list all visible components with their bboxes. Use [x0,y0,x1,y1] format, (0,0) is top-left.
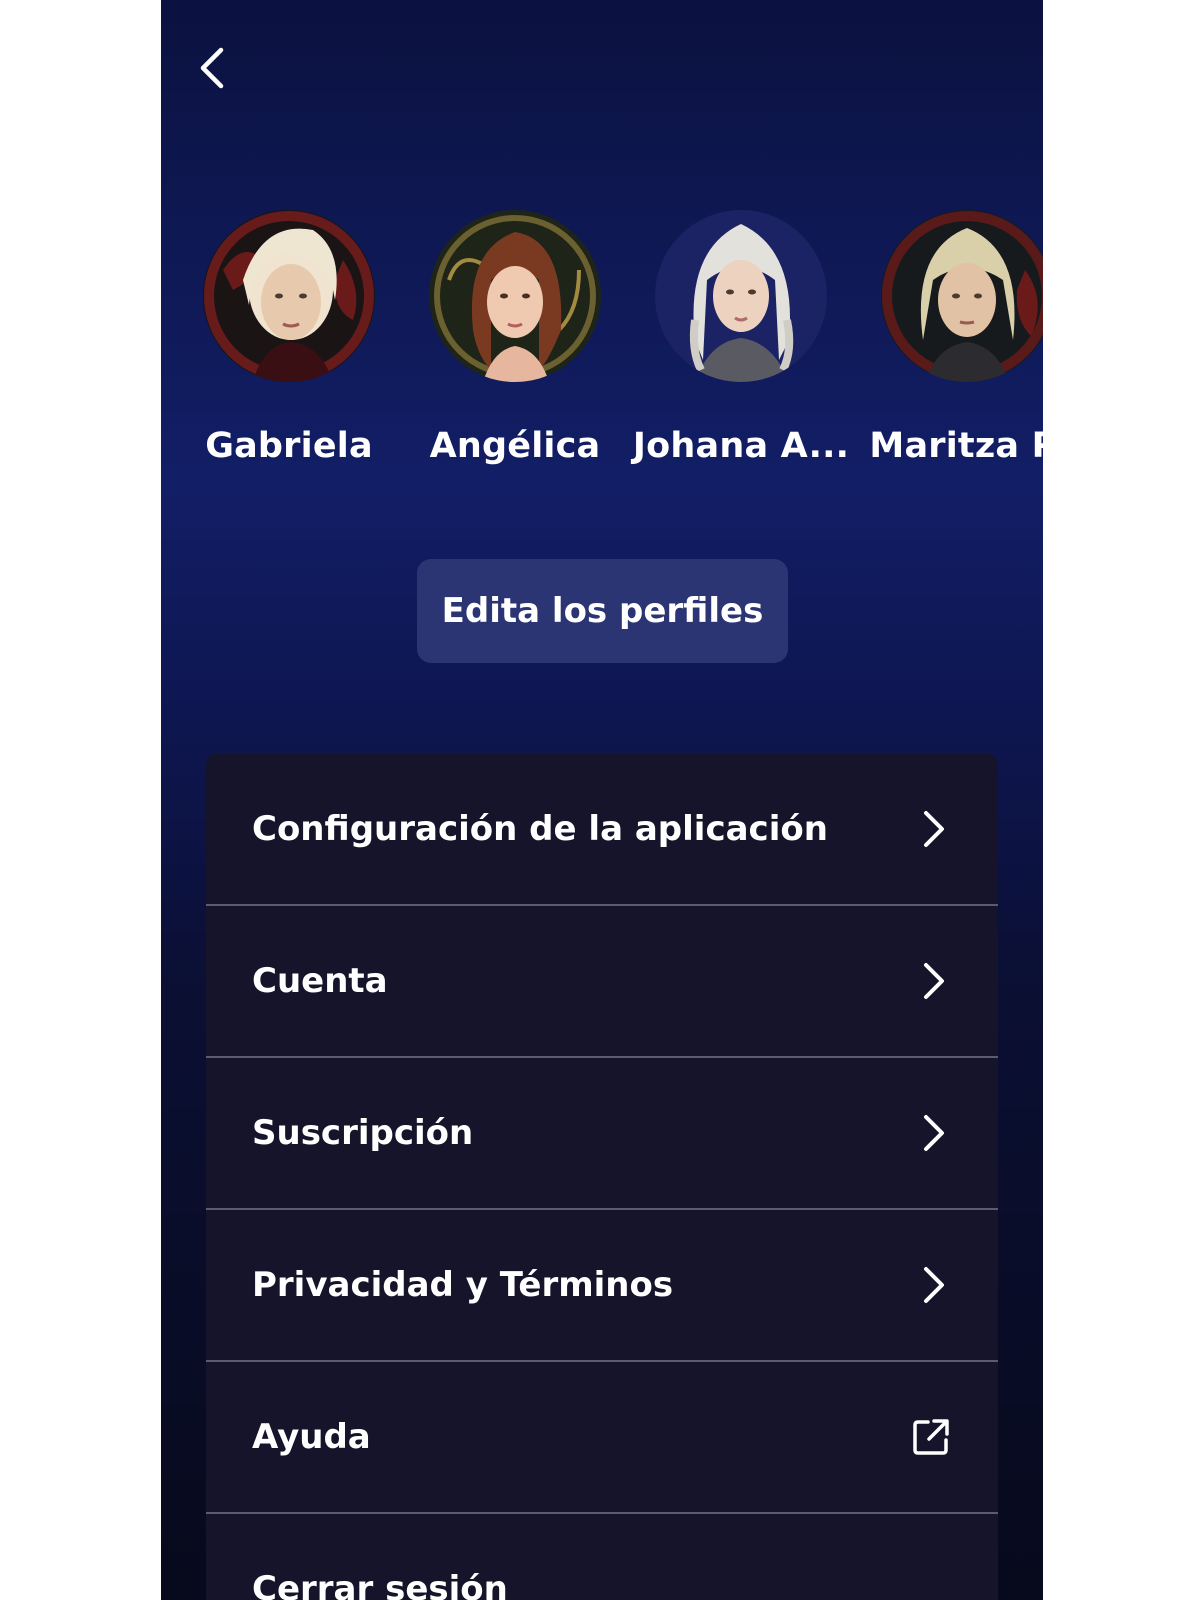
chevron-right-icon [916,1113,950,1153]
profiles-row: Gabriela Angélica Johana A... Maritza [161,210,1043,490]
menu-item-help[interactable]: Ayuda [206,1362,998,1514]
profile-settings-screen: Gabriela Angélica Johana A... Maritza Ed… [161,0,1043,1600]
menu-item-account[interactable]: Cuenta [206,906,998,1058]
settings-menu: Configuración de la aplicación Cuenta Su… [206,754,998,1600]
chevron-left-icon [200,47,224,89]
profile-name: Maritza P. [869,426,1043,466]
menu-item-logout[interactable]: Cerrar sesión [206,1514,998,1600]
avatar[interactable] [429,210,601,382]
menu-item-subscription[interactable]: Suscripción [206,1058,998,1210]
menu-item-label: Configuración de la aplicación [252,809,828,849]
chevron-right-icon [916,1265,950,1305]
menu-item-app-settings[interactable]: Configuración de la aplicación [206,754,998,906]
profile-name: Angélica [429,426,601,466]
profile-johana[interactable]: Johana A... [631,210,851,466]
external-link-icon [912,1418,950,1456]
profile-maritza[interactable]: Maritza P. [857,210,1043,466]
profile-angelica[interactable]: Angélica [405,210,625,466]
profile-name: Gabriela [205,426,373,466]
menu-item-label: Cuenta [252,961,388,1001]
avatar[interactable] [655,210,827,382]
profile-name: Johana A... [632,426,850,466]
avatar[interactable] [881,210,1043,382]
profile-gabriela[interactable]: Gabriela [179,210,399,466]
menu-item-label: Suscripción [252,1113,474,1153]
menu-item-privacy-terms[interactable]: Privacidad y Términos [206,1210,998,1362]
avatar[interactable] [203,210,375,382]
menu-item-label: Ayuda [252,1417,371,1457]
back-button[interactable] [187,40,235,96]
menu-item-label: Privacidad y Términos [252,1265,674,1305]
chevron-right-icon [916,809,950,849]
chevron-right-icon [916,961,950,1001]
menu-item-label: Cerrar sesión [252,1569,508,1600]
edit-profiles-button[interactable]: Edita los perfiles [417,559,788,663]
